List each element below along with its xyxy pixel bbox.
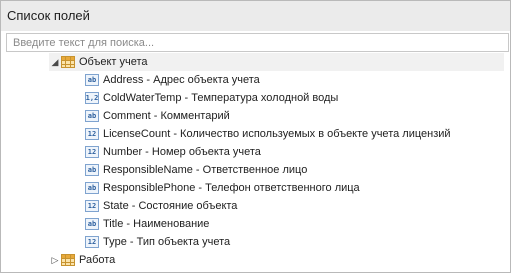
integer-type-icon: 12 (85, 236, 99, 248)
table-icon (61, 56, 75, 68)
field-tree: ◢ Объект учета ab Address - Адрес объект… (1, 53, 510, 274)
tree-node-work[interactable]: ▷ Работа (49, 251, 115, 269)
field-label: LicenseCount - Количество используемых в… (103, 128, 451, 140)
string-type-icon: ab (85, 164, 99, 176)
field-label: Title - Наименование (103, 218, 210, 230)
tree-field-number[interactable]: 12 Number - Номер объекта учета (85, 143, 261, 161)
tree-node-label: Работа (79, 254, 116, 266)
field-label: Number - Номер объекта учета (103, 146, 261, 158)
expand-arrow-icon[interactable]: ▷ (49, 251, 61, 269)
string-type-icon: ab (85, 182, 99, 194)
string-type-icon: ab (85, 110, 99, 122)
string-type-icon: ab (85, 74, 99, 86)
tree-field-responsiblephone[interactable]: ab ResponsiblePhone - Телефон ответствен… (85, 179, 360, 197)
tree-node-label: Объект учета (79, 56, 148, 68)
panel-title: Список полей (7, 8, 90, 23)
field-label: ColdWaterTemp - Температура холодной вод… (103, 92, 339, 104)
field-label: ResponsiblePhone - Телефон ответственног… (103, 182, 360, 194)
field-label: Address - Адрес объекта учета (103, 74, 260, 86)
tree-field-address[interactable]: ab Address - Адрес объекта учета (85, 71, 260, 89)
tree-field-comment[interactable]: ab Comment - Комментарий (85, 107, 230, 125)
field-label: Type - Тип объекта учета (103, 236, 231, 248)
string-type-icon: ab (85, 218, 99, 230)
tree-field-state[interactable]: 12 State - Состояние объекта (85, 197, 237, 215)
tree-field-title[interactable]: ab Title - Наименование (85, 215, 209, 233)
search-box[interactable] (6, 33, 509, 52)
tree-field-licensecount[interactable]: 12 LicenseCount - Количество используемы… (85, 125, 451, 143)
integer-type-icon: 12 (85, 146, 99, 158)
decimal-type-icon: 1,2 (85, 92, 99, 104)
table-icon (61, 254, 75, 266)
search-input[interactable] (7, 34, 508, 51)
field-list-panel: Список полей ◢ Объект учета ab Address -… (0, 0, 511, 273)
tree-field-coldwatertemp[interactable]: 1,2 ColdWaterTemp - Температура холодной… (85, 89, 338, 107)
integer-type-icon: 12 (85, 128, 99, 140)
integer-type-icon: 12 (85, 200, 99, 212)
field-label: State - Состояние объекта (103, 200, 238, 212)
panel-header: Список полей (1, 1, 510, 31)
tree-field-type[interactable]: 12 Type - Тип объекта учета (85, 233, 230, 251)
tree-field-responsiblename[interactable]: ab ResponsibleName - Ответственное лицо (85, 161, 307, 179)
collapse-arrow-icon[interactable]: ◢ (49, 53, 61, 71)
field-label: Comment - Комментарий (103, 110, 230, 122)
field-label: ResponsibleName - Ответственное лицо (103, 164, 308, 176)
tree-node-object[interactable]: ◢ Объект учета (49, 53, 504, 71)
